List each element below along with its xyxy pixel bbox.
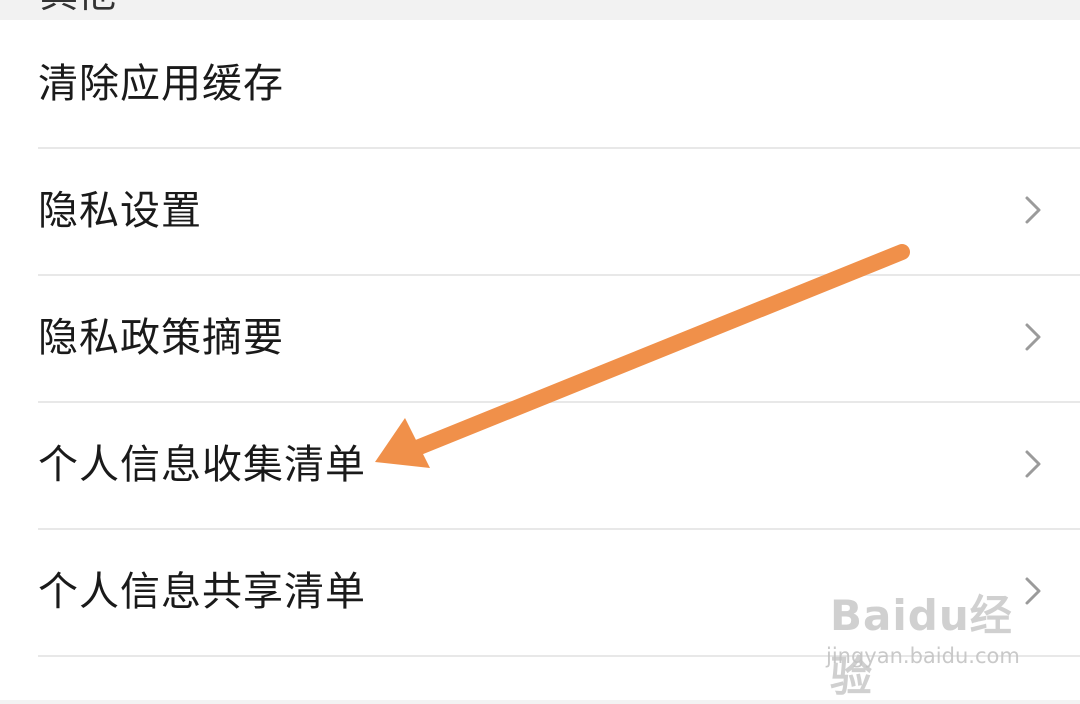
settings-item-label: 隐私设置 — [38, 188, 202, 234]
watermark-url: jingyan.baidu.com — [826, 644, 1020, 668]
baidu-jingyan-watermark: Baidu经验 jingyan.baidu.com — [826, 582, 1046, 701]
settings-item-privacy-policy-summary[interactable]: 隐私政策摘要 — [0, 274, 1080, 401]
chevron-right-icon — [1025, 450, 1041, 478]
watermark-logo: Baidu经验 — [830, 591, 1013, 701]
settings-item-personal-info-collection-list[interactable]: 个人信息收集清单 — [0, 401, 1080, 528]
settings-item-label: 清除应用缓存 — [38, 61, 284, 107]
chevron-right-icon — [1025, 323, 1041, 351]
section-title: 其他 — [40, 0, 116, 14]
settings-item-privacy-settings[interactable]: 隐私设置 — [0, 147, 1080, 274]
settings-item-label: 个人信息收集清单 — [38, 442, 366, 488]
settings-item-clear-cache[interactable]: 清除应用缓存 — [0, 20, 1080, 147]
settings-item-label: 个人信息共享清单 — [38, 569, 366, 615]
settings-item-label: 隐私政策摘要 — [38, 315, 284, 361]
chevron-right-icon — [1025, 196, 1041, 224]
section-header: 其他 — [0, 0, 1080, 20]
